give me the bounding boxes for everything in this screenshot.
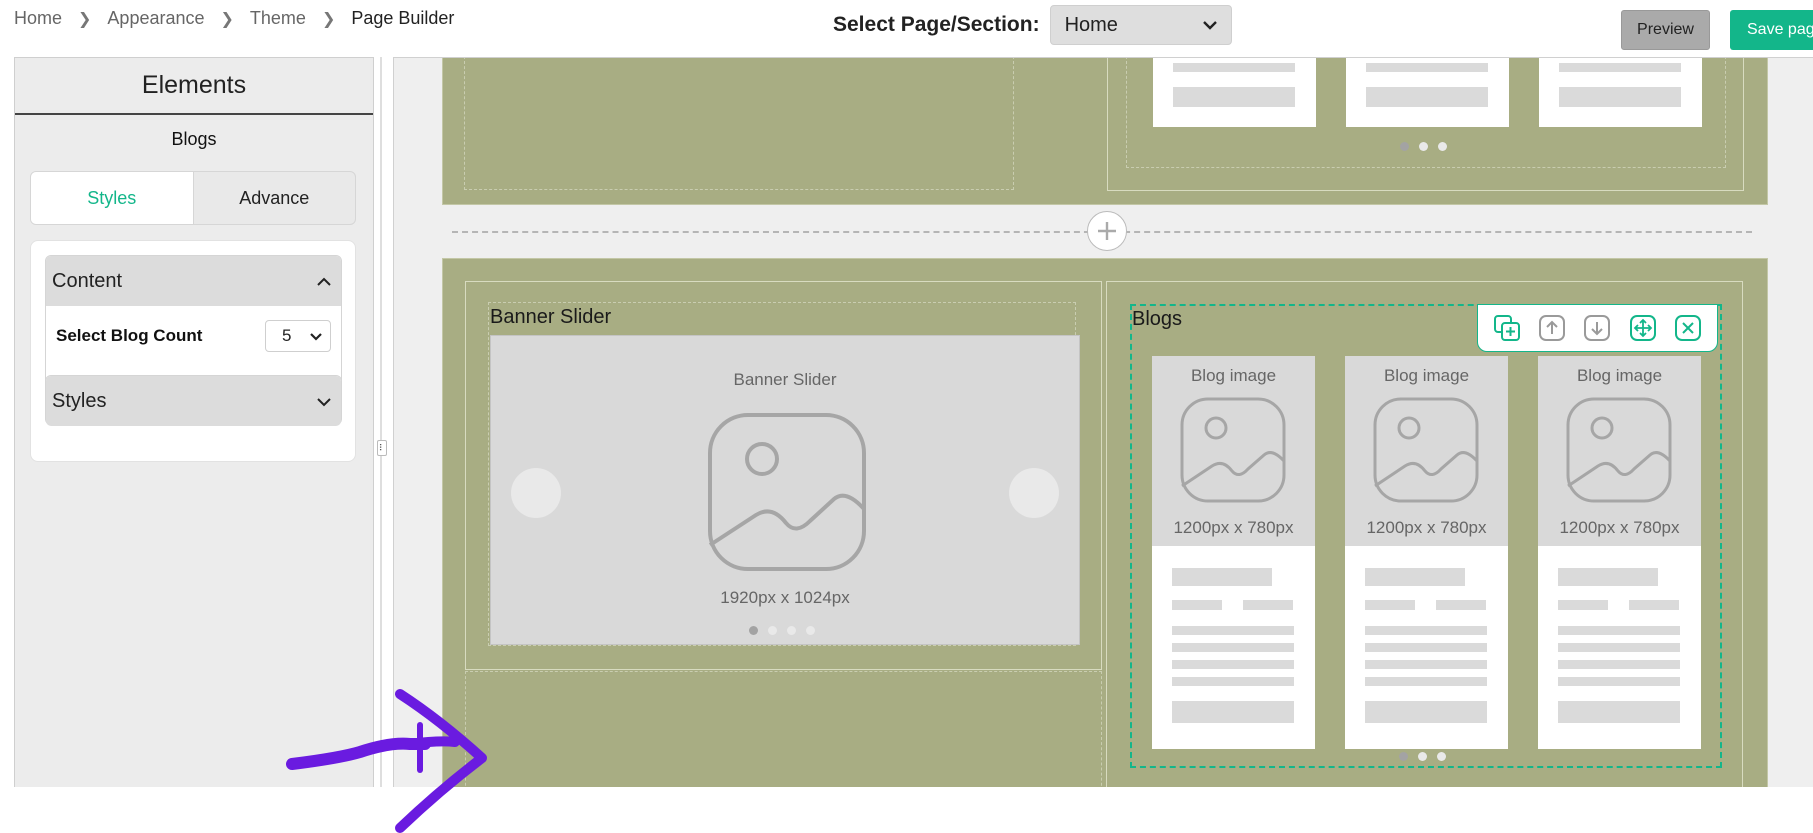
annotation-arrow-icon — [286, 689, 487, 833]
